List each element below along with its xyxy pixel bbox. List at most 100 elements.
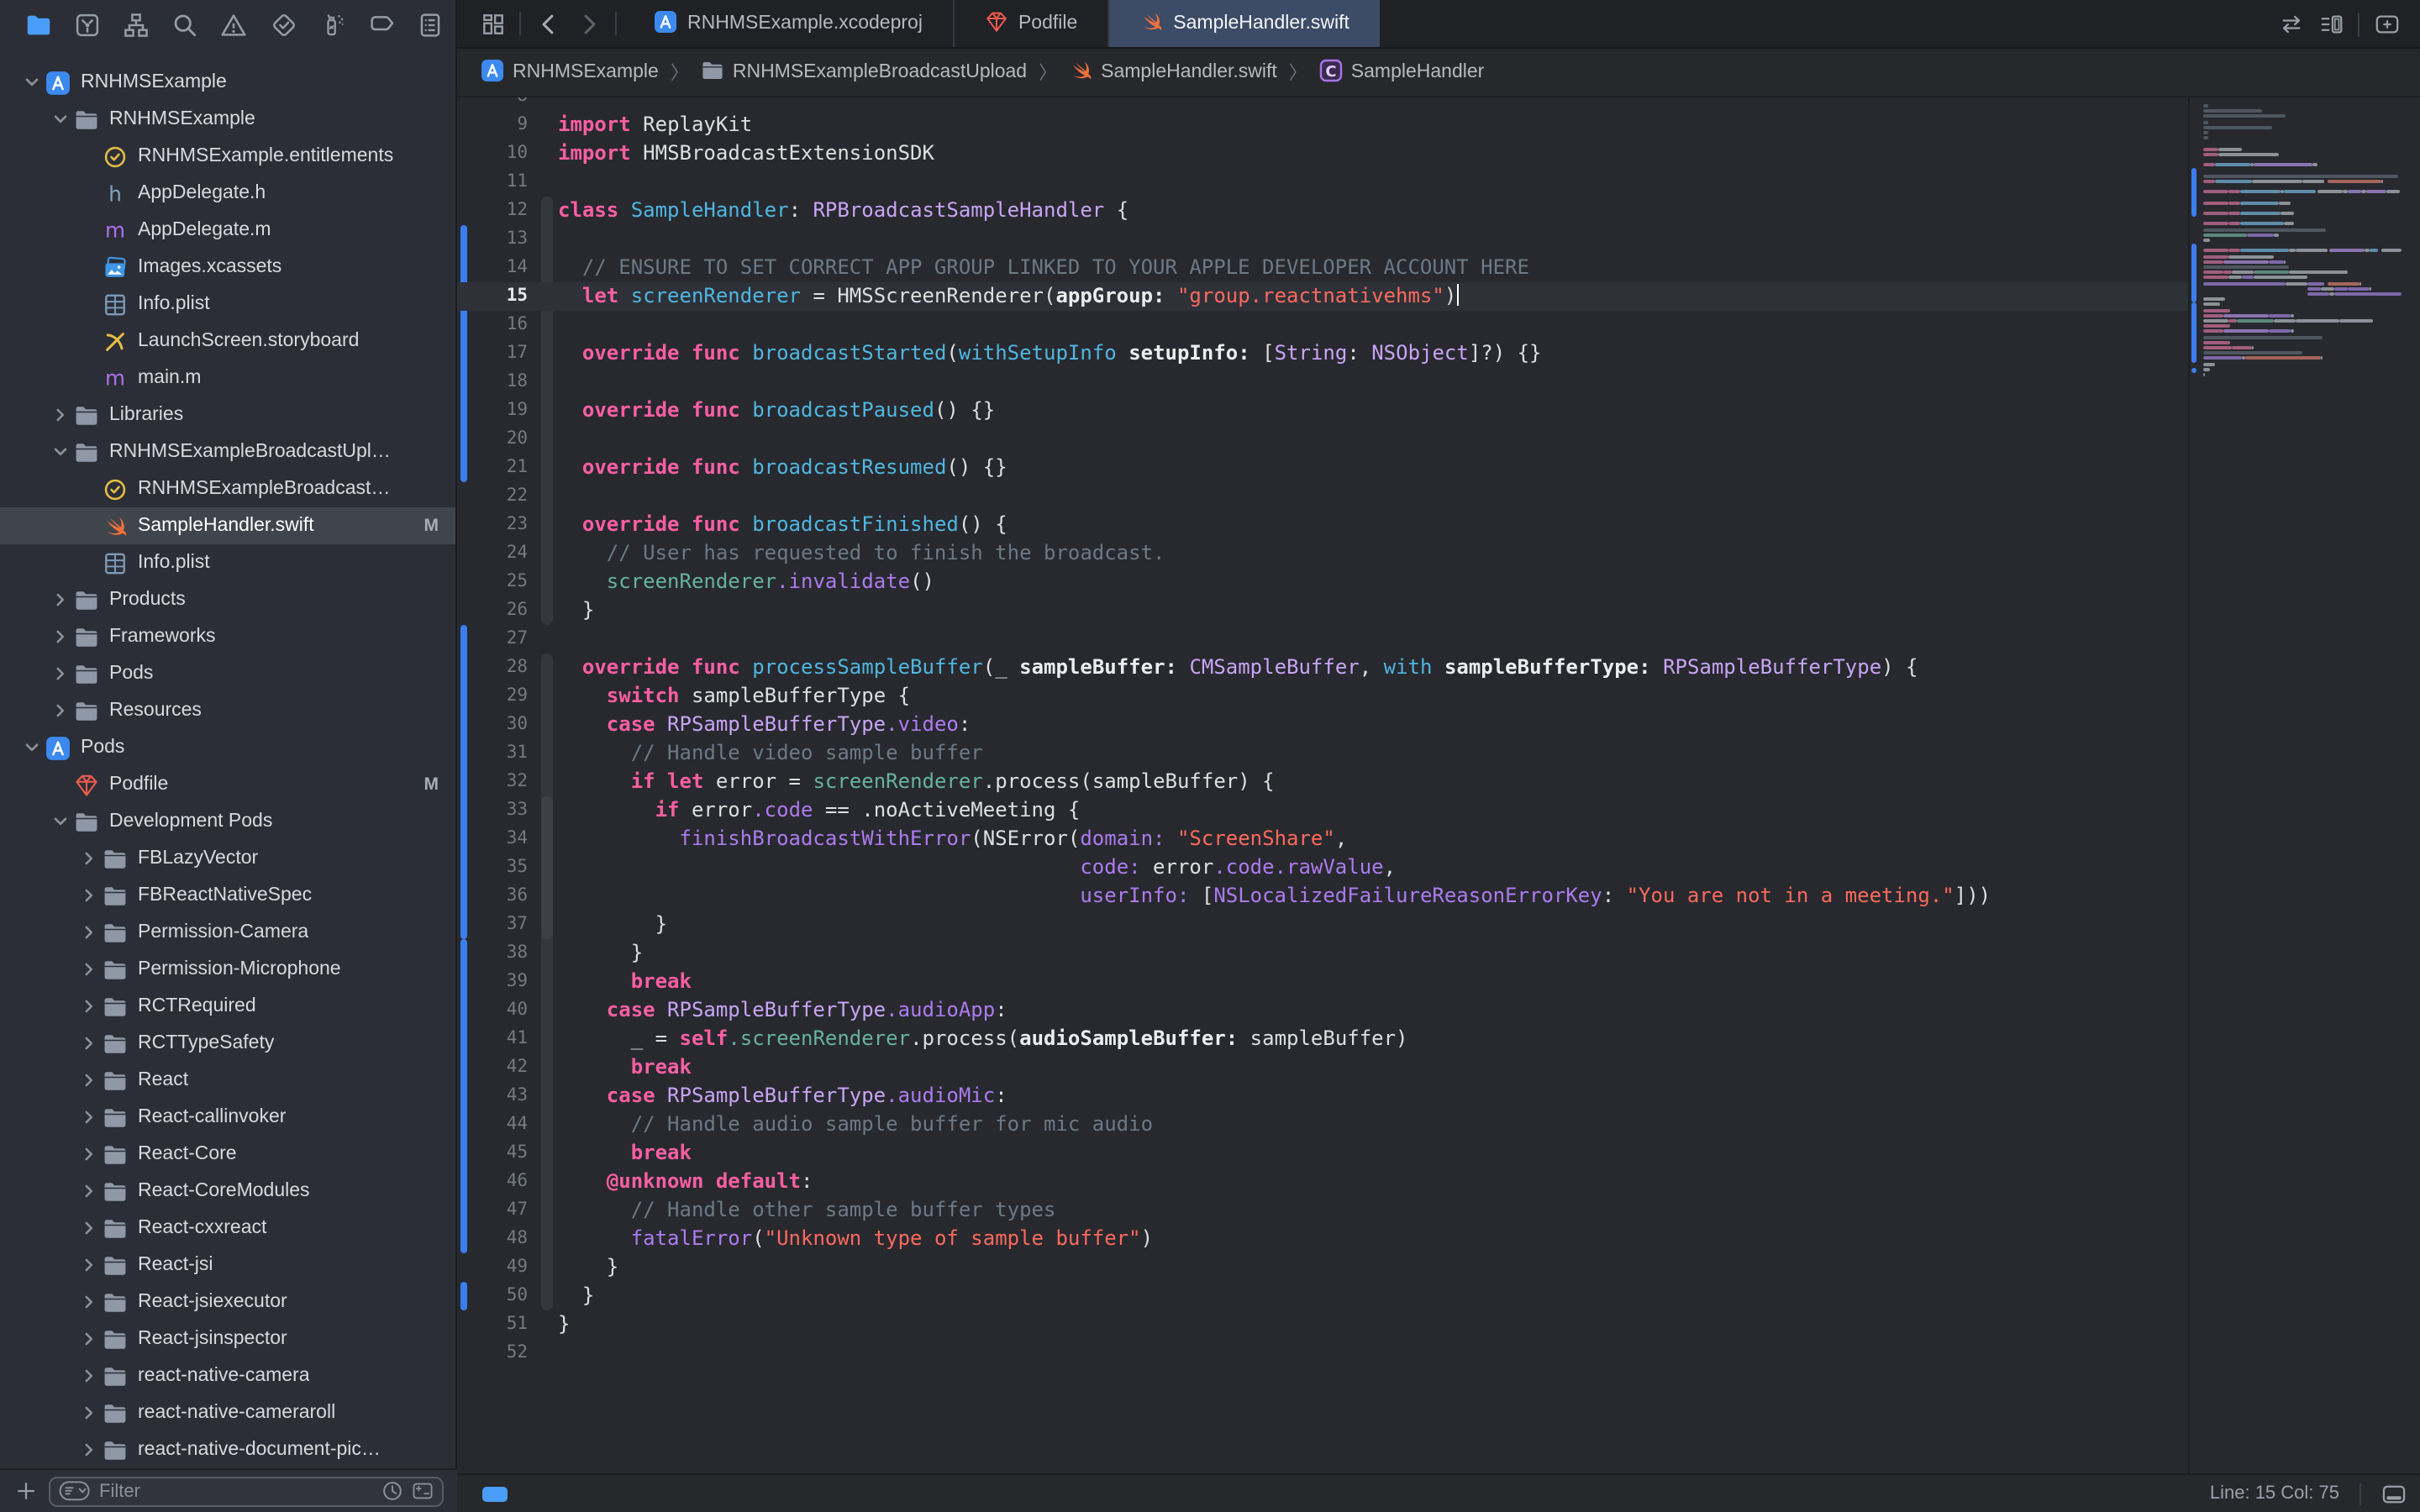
- add-file-button[interactable]: [15, 1480, 37, 1502]
- line-number[interactable]: 47: [457, 1196, 538, 1225]
- sidebar-item-RNHMSExample[interactable]: RNHMSExample: [0, 101, 455, 138]
- line-number[interactable]: 33: [457, 796, 538, 825]
- chevron-down-icon[interactable]: [52, 813, 69, 830]
- code-line-24[interactable]: 24 // User has requested to finish the b…: [457, 539, 2188, 568]
- line-number[interactable]: 10: [457, 139, 538, 168]
- chevron-right-icon[interactable]: [81, 1220, 97, 1236]
- chevron-down-icon[interactable]: [52, 444, 69, 460]
- line-number[interactable]: 32: [457, 768, 538, 796]
- line-number[interactable]: 52: [457, 1339, 538, 1368]
- sidebar-item-react-native-cameraroll[interactable]: react-native-cameraroll: [0, 1394, 455, 1431]
- sidebar-item-Resources[interactable]: Resources: [0, 692, 455, 729]
- line-number[interactable]: 44: [457, 1110, 538, 1139]
- sidebar-item-Pods[interactable]: Pods: [0, 729, 455, 766]
- tab-RNHMSExample.xcodeproj[interactable]: RNHMSExample.xcodeproj: [623, 0, 955, 47]
- code-line-36[interactable]: 36 userInfo: [NSLocalizedFailureReasonEr…: [457, 882, 2188, 911]
- line-number[interactable]: 29: [457, 682, 538, 711]
- source-editor[interactable]: 89import ReplayKit10import HMSBroadcastE…: [457, 97, 2188, 1473]
- line-number[interactable]: 11: [457, 168, 538, 197]
- line-number[interactable]: 48: [457, 1225, 538, 1253]
- line-number[interactable]: 41: [457, 1025, 538, 1053]
- code-line-25[interactable]: 25 screenRenderer.invalidate(): [457, 568, 2188, 596]
- code-line-49[interactable]: 49 }: [457, 1253, 2188, 1282]
- sidebar-item-Pods[interactable]: Pods: [0, 655, 455, 692]
- code-line-21[interactable]: 21 override func broadcastResumed() {}: [457, 454, 2188, 482]
- sidebar-item-React-CoreModules[interactable]: React-CoreModules: [0, 1173, 455, 1210]
- sidebar-item-RCTRequired[interactable]: RCTRequired: [0, 988, 455, 1025]
- chevron-right-icon[interactable]: [52, 407, 69, 423]
- chevron-down-icon[interactable]: [52, 111, 69, 128]
- code-review-icon[interactable]: [2270, 0, 2311, 49]
- chevron-right-icon[interactable]: [81, 1368, 97, 1384]
- line-number[interactable]: 49: [457, 1253, 538, 1282]
- sidebar-item-main.m[interactable]: mmain.m: [0, 360, 455, 396]
- line-number[interactable]: 30: [457, 711, 538, 739]
- chevron-right-icon[interactable]: [52, 628, 69, 645]
- editor-mode-indicator[interactable]: [482, 1486, 508, 1501]
- sidebar-item-AppDelegate.m[interactable]: mAppDelegate.m: [0, 212, 455, 249]
- line-number[interactable]: 27: [457, 625, 538, 654]
- bottom-panel-icon[interactable]: [2381, 1483, 2407, 1504]
- code-line-9[interactable]: 9import ReplayKit: [457, 111, 2188, 139]
- line-number[interactable]: 43: [457, 1082, 538, 1110]
- sidebar-item-React-callinvoker[interactable]: React-callinvoker: [0, 1099, 455, 1136]
- breadcrumb-item[interactable]: RNHMSExampleBroadcastUpload: [701, 58, 1027, 87]
- line-number[interactable]: 12: [457, 197, 538, 225]
- sidebar-item-Libraries[interactable]: Libraries: [0, 396, 455, 433]
- sidebar-item-React-cxxreact[interactable]: React-cxxreact: [0, 1210, 455, 1247]
- code-line-51[interactable]: 51}: [457, 1310, 2188, 1339]
- chevron-right-icon[interactable]: [81, 1109, 97, 1126]
- sidebar-item-Images.xcassets[interactable]: Images.xcassets: [0, 249, 455, 286]
- line-number[interactable]: 46: [457, 1168, 538, 1196]
- line-number[interactable]: 28: [457, 654, 538, 682]
- breakpoint-navigator-icon[interactable]: [357, 6, 406, 43]
- test-navigator-icon[interactable]: [259, 6, 308, 43]
- sidebar-item-RNHMSExample.entitlements[interactable]: RNHMSExample.entitlements: [0, 138, 455, 175]
- code-line-17[interactable]: 17 override func broadcastStarted(withSe…: [457, 339, 2188, 368]
- chevron-right-icon[interactable]: [81, 1441, 97, 1458]
- sidebar-item-react-native-document-pic…[interactable]: react-native-document-pic…: [0, 1431, 455, 1468]
- code-line-22[interactable]: 22: [457, 482, 2188, 511]
- line-number[interactable]: 21: [457, 454, 538, 482]
- code-line-13[interactable]: 13: [457, 225, 2188, 254]
- line-number[interactable]: 16: [457, 311, 538, 339]
- line-number[interactable]: 17: [457, 339, 538, 368]
- line-number[interactable]: 14: [457, 254, 538, 282]
- editor-layout-icon[interactable]: [472, 0, 513, 47]
- code-line-42[interactable]: 42 break: [457, 1053, 2188, 1082]
- sidebar-item-Info.plist[interactable]: Info.plist: [0, 544, 455, 581]
- code-line-39[interactable]: 39 break: [457, 968, 2188, 996]
- chevron-right-icon[interactable]: [81, 1146, 97, 1163]
- sidebar-item-Podfile[interactable]: PodfileM: [0, 766, 455, 803]
- line-number[interactable]: 35: [457, 853, 538, 882]
- chevron-right-icon[interactable]: [81, 1404, 97, 1421]
- code-line-33[interactable]: 33 if error.code == .noActiveMeeting {: [457, 796, 2188, 825]
- code-line-15[interactable]: 15 let screenRenderer = HMSScreenRendere…: [457, 282, 2188, 311]
- scm-status-filter-icon[interactable]: [403, 1480, 434, 1502]
- breadcrumb-item[interactable]: SampleHandler.swift: [1069, 58, 1277, 87]
- line-number[interactable]: 51: [457, 1310, 538, 1339]
- sidebar-item-RNHMSExampleBroadcastUpl…[interactable]: RNHMSExampleBroadcastUpl…: [0, 433, 455, 470]
- line-number[interactable]: 34: [457, 825, 538, 853]
- sidebar-item-RCTTypeSafety[interactable]: RCTTypeSafety: [0, 1025, 455, 1062]
- chevron-right-icon[interactable]: [81, 850, 97, 867]
- sidebar-item-React-jsinspector[interactable]: React-jsinspector: [0, 1320, 455, 1357]
- code-line-46[interactable]: 46 @unknown default:: [457, 1168, 2188, 1196]
- sidebar-item-React-Core[interactable]: React-Core: [0, 1136, 455, 1173]
- code-line-19[interactable]: 19 override func broadcastPaused() {}: [457, 396, 2188, 425]
- line-number[interactable]: 20: [457, 425, 538, 454]
- chevron-right-icon[interactable]: [52, 591, 69, 608]
- line-number[interactable]: 19: [457, 396, 538, 425]
- breadcrumb-item[interactable]: RNHMSExample: [481, 58, 659, 87]
- code-line-31[interactable]: 31 // Handle video sample buffer: [457, 739, 2188, 768]
- code-line-52[interactable]: 52: [457, 1339, 2188, 1368]
- line-number[interactable]: 38: [457, 939, 538, 968]
- code-line-14[interactable]: 14 // ENSURE TO SET CORRECT APP GROUP LI…: [457, 254, 2188, 282]
- chevron-right-icon[interactable]: [81, 961, 97, 978]
- sidebar-item-React[interactable]: React: [0, 1062, 455, 1099]
- line-number[interactable]: 31: [457, 739, 538, 768]
- line-number[interactable]: 50: [457, 1282, 538, 1310]
- sidebar-item-Permission-Microphone[interactable]: Permission-Microphone: [0, 951, 455, 988]
- debug-navigator-icon[interactable]: [308, 6, 357, 43]
- editor-options-icon[interactable]: [2311, 0, 2351, 49]
